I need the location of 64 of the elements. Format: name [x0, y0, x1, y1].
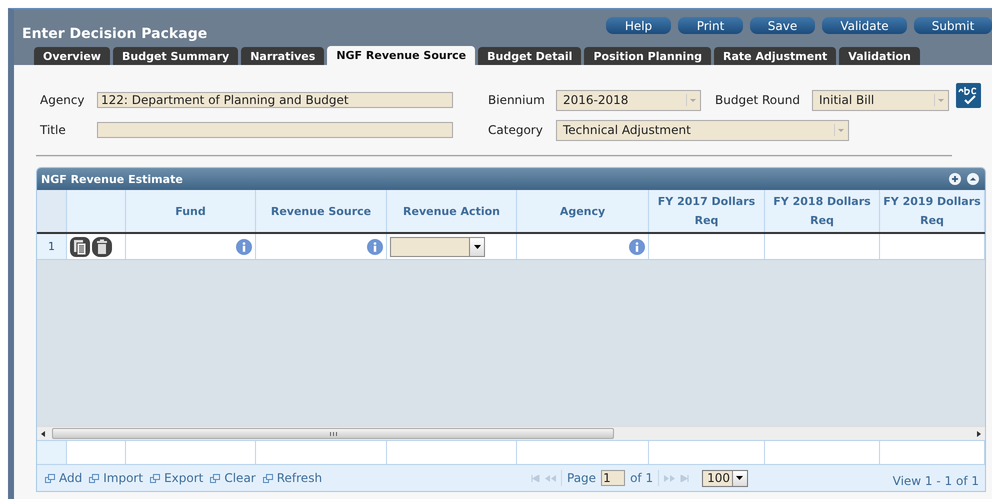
tab[interactable]: Rate Adjustment	[714, 47, 836, 65]
window-icon	[45, 474, 55, 482]
window-icon	[89, 474, 100, 482]
info-icon[interactable]	[629, 238, 645, 254]
column-header[interactable]: Revenue Source	[256, 190, 387, 232]
action-link[interactable]: Export	[150, 471, 204, 485]
row-number: 1	[37, 234, 67, 259]
column-header[interactable]: FY 2019 Dollars Req	[880, 190, 985, 232]
toolbar-button[interactable]: Save	[750, 17, 815, 34]
info-icon[interactable]	[367, 238, 383, 254]
grip-icon	[330, 432, 336, 436]
caret-icon	[736, 476, 744, 480]
caret-icon	[474, 244, 480, 248]
spellcheck-icon[interactable]	[956, 83, 981, 108]
record-count: View 1 - 1 of 1	[892, 474, 979, 488]
toolbar-button[interactable]: Validate	[822, 17, 907, 34]
action-link[interactable]: Refresh	[262, 471, 322, 485]
horizontal-scrollbar[interactable]	[37, 426, 985, 440]
field-label: Budget Round	[715, 93, 801, 107]
window-icon	[150, 474, 160, 482]
window-icon	[262, 474, 273, 482]
tab[interactable]: NGF Revenue Source	[327, 46, 476, 65]
window-title: Enter Decision Package	[22, 26, 208, 42]
toolbar-button[interactable]: Help	[606, 17, 671, 34]
column-header[interactable]: Fund	[126, 190, 256, 232]
field-label: Biennium	[488, 93, 546, 107]
scrollbar-thumb[interactable]	[52, 428, 614, 439]
toolbar-button[interactable]: Print	[678, 17, 743, 34]
category-dropdown[interactable]: Technical Adjustment	[556, 120, 849, 140]
column-header[interactable]: FY 2017 Dollars Req	[649, 190, 765, 232]
scroll-right-icon[interactable]	[976, 430, 982, 436]
field-label: Title	[39, 123, 67, 137]
tab[interactable]: Budget Summary	[112, 47, 238, 65]
window-icon	[210, 474, 220, 482]
action-link[interactable]: Clear	[210, 471, 256, 485]
trash-icon[interactable]	[92, 236, 112, 256]
document-icon[interactable]	[70, 236, 90, 256]
action-link[interactable]: Import	[89, 471, 144, 485]
scroll-left-icon[interactable]	[40, 430, 46, 436]
column-header[interactable]: Revenue Action	[387, 190, 517, 232]
tab[interactable]: Validation	[839, 47, 920, 65]
tab[interactable]: Position Planning	[584, 47, 712, 65]
action-link[interactable]: Add	[45, 471, 82, 485]
info-icon[interactable]	[236, 238, 252, 254]
grid-title: NGF Revenue Estimate	[41, 172, 183, 186]
column-header[interactable]: FY 2018 Dollars Req	[765, 190, 880, 232]
toolbar-button[interactable]: Submit	[914, 17, 992, 34]
tab[interactable]: Narratives	[241, 47, 324, 65]
agency-field[interactable]: 122: Department of Planning and Budget	[97, 92, 453, 108]
add-icon[interactable]	[949, 173, 961, 185]
collapse-icon[interactable]	[967, 173, 979, 185]
page-field[interactable]: 1	[601, 470, 626, 486]
budget-round-dropdown[interactable]: Initial Bill	[812, 90, 949, 110]
field-label: Category	[488, 123, 544, 137]
tab[interactable]: Overview	[34, 47, 110, 65]
field-label: Agency	[39, 93, 86, 107]
revenue-action-dropdown[interactable]	[390, 236, 485, 256]
page-size-dropdown[interactable]: 100	[702, 470, 748, 486]
column-header[interactable]: Agency	[517, 190, 649, 232]
tab[interactable]: Budget Detail	[478, 47, 582, 65]
page-label: Page	[567, 471, 596, 485]
title-field[interactable]	[97, 122, 453, 138]
biennium-dropdown[interactable]: 2016-2018	[556, 90, 701, 110]
page-count: of 1	[630, 471, 654, 485]
